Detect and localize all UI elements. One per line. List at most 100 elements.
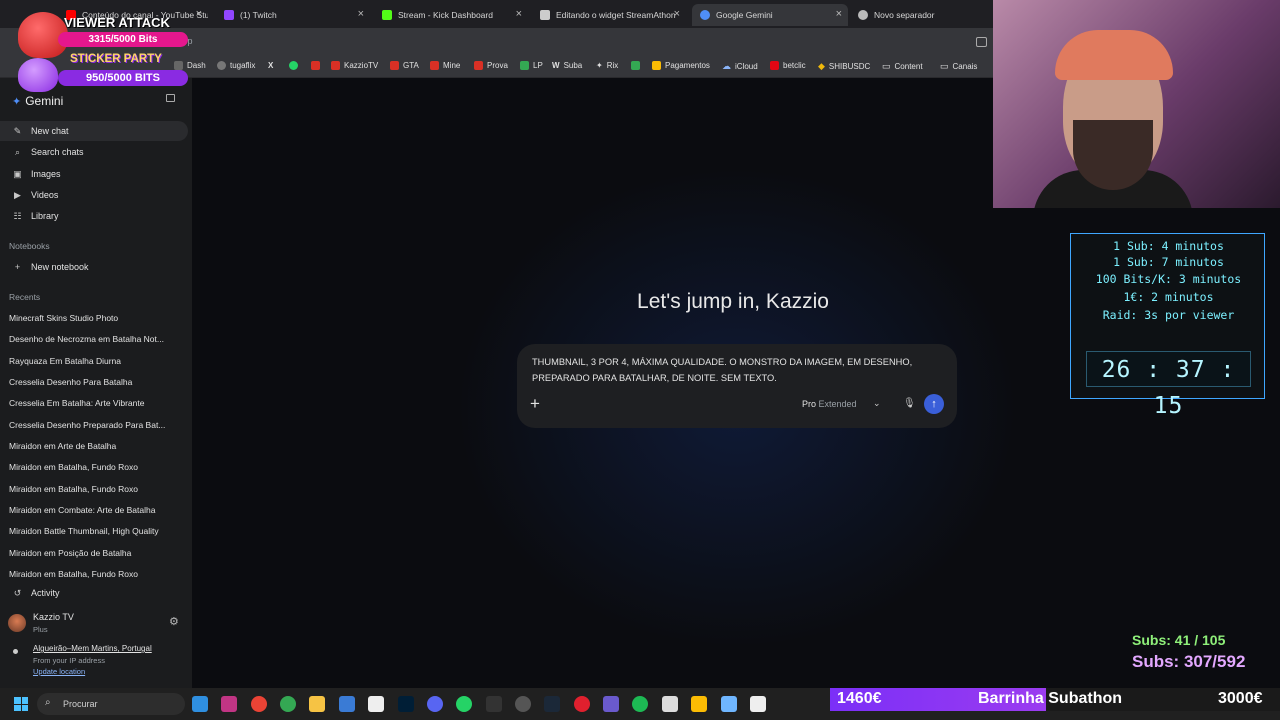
bookmark-prova[interactable]: Prova: [474, 61, 508, 70]
clapper-app-icon[interactable]: [662, 696, 678, 712]
sidebar-toggle-icon[interactable]: [166, 94, 175, 102]
prompt-input[interactable]: THUMBNAIL, 3 POR 4, MÁXIMA QUALIDADE. O …: [532, 354, 942, 386]
grid-app-icon[interactable]: [603, 696, 619, 712]
model-selector[interactable]: Pro Extended: [802, 399, 857, 409]
bookmark-tugaflix[interactable]: tugaflix: [217, 61, 255, 70]
bookmark-suba[interactable]: W Suba: [552, 61, 582, 70]
bookmark-content[interactable]: ▭ Content: [882, 61, 923, 72]
discord-app-icon[interactable]: [427, 696, 443, 712]
recent-chat[interactable]: Cresselia Desenho Preparado Para Bat...: [9, 420, 179, 430]
recent-chat[interactable]: Cresselia Em Batalha: Arte Vibrante: [9, 398, 179, 408]
recent-chat[interactable]: Miraidon em Posição de Batalha: [9, 548, 179, 558]
bookmark-canais[interactable]: ▭ Canais: [940, 61, 977, 72]
recent-chat[interactable]: Miraidon Battle Thumbnail, High Quality: [9, 526, 179, 536]
add-attachment-button[interactable]: +: [530, 394, 540, 414]
spotify-app-icon[interactable]: [632, 696, 648, 712]
recent-chat[interactable]: Miraidon em Batalha, Fundo Roxo: [9, 569, 179, 578]
location-source: From your IP address: [33, 656, 105, 665]
sidebar-item-new-chat[interactable]: ✎ New chat: [0, 121, 188, 141]
recent-chat[interactable]: Cresselia Desenho Para Batalha: [9, 377, 179, 387]
steam-app-icon[interactable]: [544, 696, 560, 712]
recent-chat[interactable]: Miraidon em Batalha, Fundo Roxo: [9, 462, 179, 472]
close-icon[interactable]: ×: [836, 8, 842, 20]
image-icon: ▣: [13, 168, 22, 179]
bookmark-lp[interactable]: LP: [520, 61, 543, 70]
tab-twitch[interactable]: (1) Twitch ×: [216, 4, 370, 26]
tab-streamathon-widget[interactable]: Editando o widget StreamAthon ×: [532, 4, 686, 26]
sidebar-item-videos[interactable]: ▶ Videos: [0, 185, 188, 205]
recent-chat[interactable]: Miraidon em Combate: Arte de Batalha: [9, 505, 179, 515]
send-button[interactable]: ↑: [924, 394, 944, 414]
close-icon[interactable]: ×: [516, 8, 522, 20]
avatar[interactable]: [8, 614, 26, 632]
sidebar-item-activity[interactable]: ↺ Activity: [0, 583, 188, 603]
translate-icon[interactable]: [976, 37, 987, 47]
bookmark-mine[interactable]: Mine: [430, 61, 460, 70]
obs-app-icon[interactable]: [515, 696, 531, 712]
close-icon[interactable]: ×: [674, 8, 680, 20]
tab-google-gemini[interactable]: Google Gemini ×: [692, 4, 848, 26]
microphone-icon[interactable]: 🎙: [903, 398, 916, 409]
bookmark-pagamentos[interactable]: Pagamentos: [652, 61, 710, 70]
gear-icon[interactable]: ⚙: [169, 615, 179, 628]
epic-games-app-icon[interactable]: [486, 696, 502, 712]
bookmark-shibusdc[interactable]: ◆ SHIBUSDC: [818, 61, 870, 72]
subs-counter-1: Subs: 41 / 105: [1132, 632, 1226, 648]
video-icon: ▶: [14, 189, 21, 200]
drive-app-icon[interactable]: [691, 696, 707, 712]
bookmark-betclic[interactable]: betclic: [770, 61, 806, 70]
windows-start-icon[interactable]: [14, 697, 28, 711]
folder-app-icon[interactable]: [309, 696, 325, 712]
sidebar-item-images[interactable]: ▣ Images: [0, 164, 188, 184]
sidebar-item-new-notebook[interactable]: + New notebook: [0, 257, 188, 277]
recent-chat[interactable]: Desenho de Necrozma em Batalha Not...: [9, 334, 179, 344]
sidebar-item-library[interactable]: ☷ Library: [0, 206, 188, 226]
update-location-link[interactable]: Update location: [33, 667, 85, 676]
capcut-alt-app-icon[interactable]: [750, 696, 766, 712]
viewer-attack-overlay: VIEWER ATTACK 3315/5000 Bits STICKER PAR…: [8, 8, 188, 92]
search-icon: ⌕: [14, 146, 21, 157]
taskbar-search-placeholder: Procurar: [63, 699, 98, 709]
location-text[interactable]: Algueirão–Mem Martins, Portugal: [33, 644, 152, 653]
photos-app-icon[interactable]: [192, 696, 208, 712]
library-icon: ☷: [13, 210, 22, 221]
recent-chat[interactable]: Rayquaza Em Batalha Diurna: [9, 356, 179, 366]
tab-kick-dashboard[interactable]: Stream - Kick Dashboard ×: [374, 4, 528, 26]
bookmark-icloud[interactable]: ☁ iCloud: [722, 61, 758, 72]
bookmark-chart[interactable]: [311, 61, 320, 70]
notepad-app-icon[interactable]: [721, 696, 737, 712]
gemini-logo[interactable]: ✦ Gemini: [12, 94, 63, 108]
tab-label: Stream - Kick Dashboard: [398, 10, 493, 20]
bookmark-rix[interactable]: ✦ Rix: [596, 61, 618, 70]
recent-chat[interactable]: Miraidon em Batalha, Fundo Roxo: [9, 484, 179, 494]
bookmark-gta[interactable]: GTA: [390, 61, 419, 70]
capcut-app-icon[interactable]: [368, 696, 384, 712]
folder-icon: ▭: [940, 61, 949, 71]
instagram-app-icon[interactable]: [221, 696, 237, 712]
heart-plus-icon: [18, 58, 58, 92]
bookmark-whatsapp[interactable]: [289, 61, 298, 70]
recent-chat[interactable]: Minecraft Skins Studio Photo: [9, 313, 179, 323]
webcam-cap: [1055, 30, 1173, 80]
gemini-sidebar: ✦ Gemini ✎ New chat ⌕ Search chats ▣ Imag…: [0, 78, 192, 688]
viewer-attack-title: VIEWER ATTACK: [64, 15, 170, 30]
sidebar-item-search-chats[interactable]: ⌕ Search chats: [0, 142, 188, 162]
opera-app-icon[interactable]: [574, 696, 590, 712]
calculator-app-icon[interactable]: [339, 696, 355, 712]
close-icon[interactable]: ×: [196, 8, 202, 20]
photoshop-app-icon[interactable]: [398, 696, 414, 712]
chevron-down-icon[interactable]: ⌄: [873, 398, 881, 409]
chrome-alt-app-icon[interactable]: [280, 696, 296, 712]
close-icon[interactable]: ×: [358, 8, 364, 20]
prompt-box[interactable]: THUMBNAIL, 3 POR 4, MÁXIMA QUALIDADE. O …: [517, 344, 957, 428]
chrome-app-icon[interactable]: [251, 696, 267, 712]
chrome-icon: [858, 10, 868, 20]
tab-new-tab[interactable]: Novo separador: [850, 4, 990, 26]
recent-chat[interactable]: Miraidon em Arte de Batalha: [9, 441, 179, 451]
bookmark-x[interactable]: X: [268, 61, 273, 70]
taskbar-search[interactable]: ⌕ Procurar: [37, 693, 185, 715]
recents-label: Recents: [9, 292, 41, 302]
bookmark-kazziotv[interactable]: KazzioTV: [331, 61, 378, 70]
whatsapp-app-icon[interactable]: [456, 696, 472, 712]
bookmark-drive[interactable]: [631, 61, 640, 70]
